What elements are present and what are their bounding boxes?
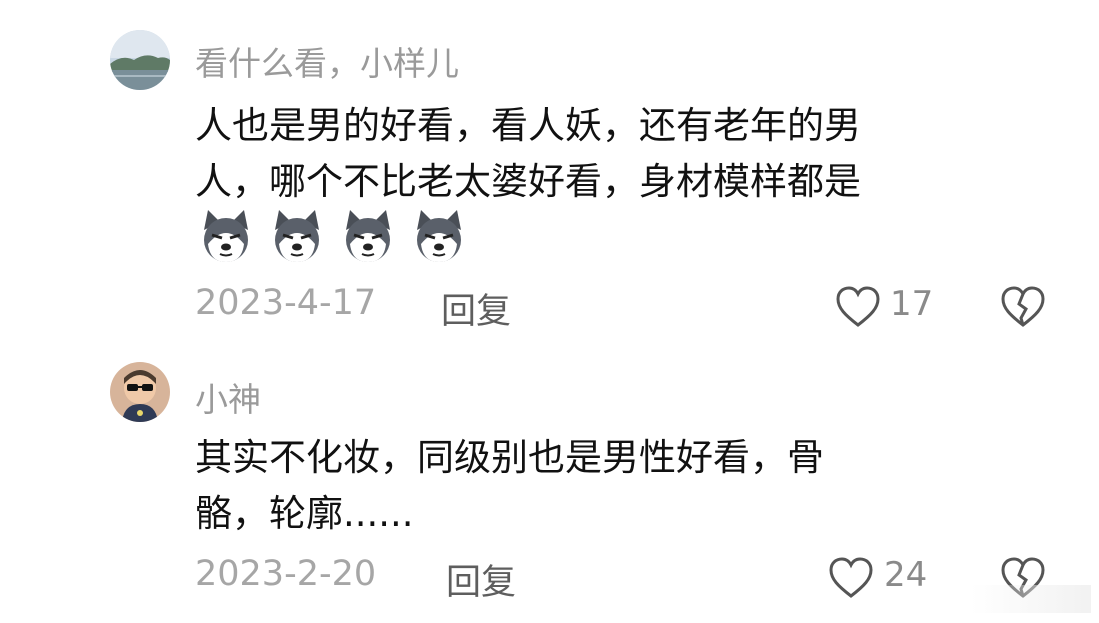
avatar[interactable]: [110, 30, 170, 90]
husky-emoji-icon: [275, 210, 320, 262]
comment-text: 其实不化妆，同级别也是男性好看，骨 骼，轮廓......: [195, 430, 1025, 542]
reply-button[interactable]: 回复: [441, 283, 511, 334]
comment-meta: 2023-2-20 回复 24: [0, 554, 1099, 604]
comment-text-line: 其实不化妆，同级别也是男性好看，骨: [195, 436, 824, 479]
comment-username[interactable]: 小神: [195, 373, 261, 421]
comment-date: 2023-4-17: [195, 283, 377, 323]
emoji-row: [198, 208, 477, 264]
comment-text-line: 人，哪个不比老太婆好看，身材模样都是: [195, 160, 861, 203]
like-count: 24: [884, 555, 928, 595]
comment-meta: 2023-4-17 回复 17: [0, 283, 1099, 333]
watermark-overlay: [971, 585, 1091, 613]
reply-button[interactable]: 回复: [446, 554, 516, 605]
child-avatar-image: [110, 362, 170, 422]
landscape-avatar-image: [110, 30, 170, 90]
broken-heart-icon[interactable]: [1000, 285, 1046, 329]
comment-text-line: 骼，轮廓......: [195, 492, 414, 535]
husky-emoji-icon: [417, 210, 462, 262]
comment-username[interactable]: 看什么看，小样儿: [195, 37, 459, 85]
like-count: 17: [890, 284, 934, 324]
husky-emoji-icon: [346, 210, 391, 262]
heart-icon[interactable]: [828, 556, 874, 600]
husky-emoji-icon: [204, 210, 248, 262]
comment-text: 人也是男的好看，看人妖，还有老年的男 人，哪个不比老太婆好看，身材模样都是: [195, 98, 1025, 210]
comment-text-line: 人也是男的好看，看人妖，还有老年的男: [195, 104, 861, 147]
avatar[interactable]: [110, 362, 170, 422]
comment-date: 2023-2-20: [195, 554, 377, 594]
heart-icon[interactable]: [835, 285, 881, 329]
